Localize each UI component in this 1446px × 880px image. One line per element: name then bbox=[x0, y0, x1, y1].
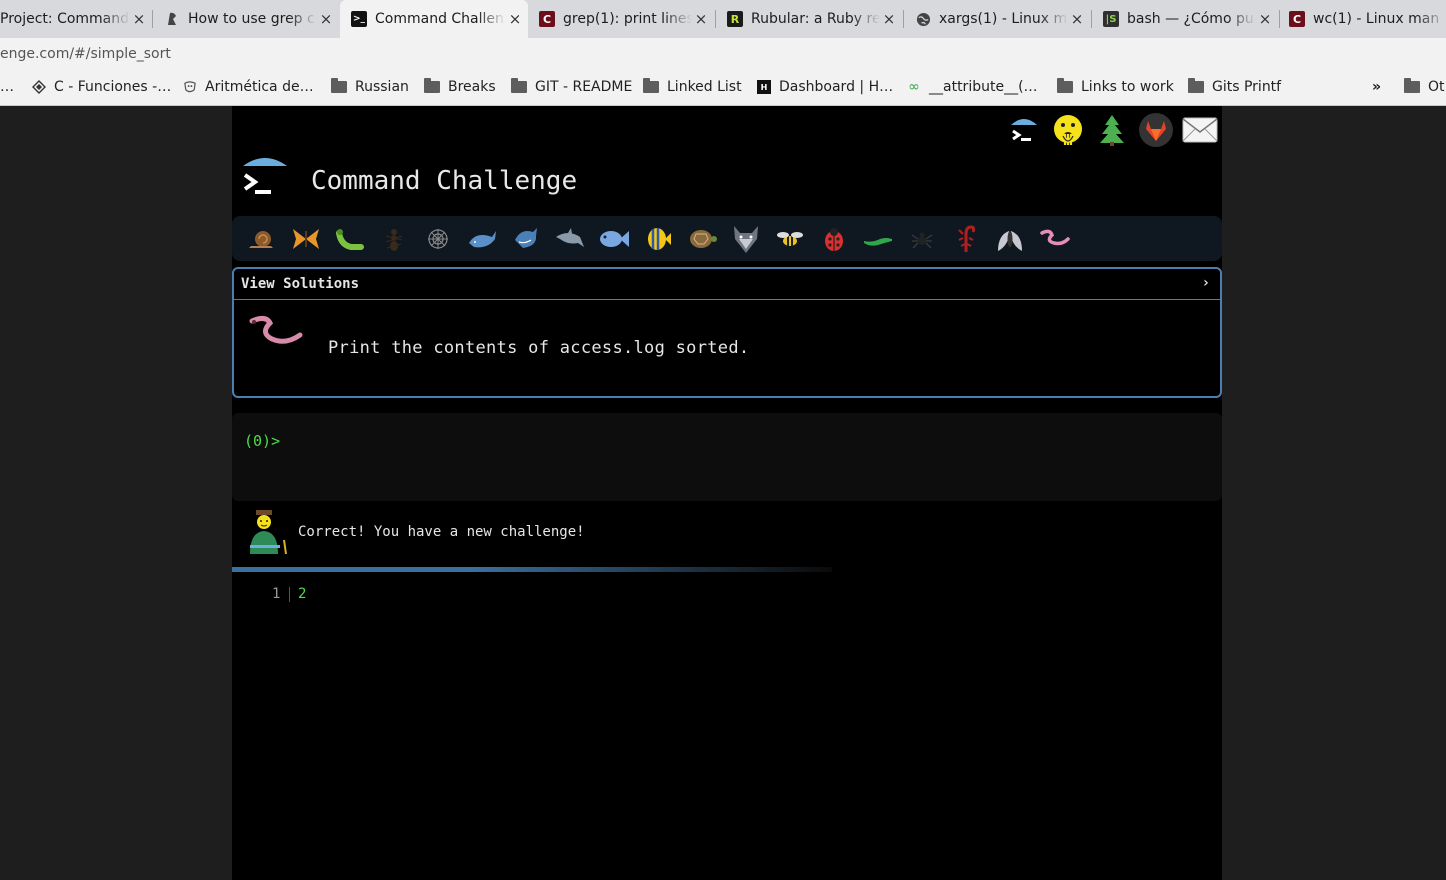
stamp-icon bbox=[183, 80, 197, 94]
folder-icon bbox=[1188, 78, 1204, 93]
tab-xargs[interactable]: xargs(1) - Linux ma × bbox=[904, 0, 1090, 38]
url-text[interactable]: enge.com/#/simple_sort bbox=[0, 46, 171, 62]
turtle-icon[interactable] bbox=[680, 219, 724, 259]
chevron-right-icon: › bbox=[1201, 275, 1210, 291]
stackexchange-icon: |S bbox=[1103, 11, 1119, 27]
bee-icon[interactable] bbox=[768, 219, 812, 259]
linuxize-icon bbox=[164, 11, 180, 27]
folder-icon bbox=[511, 78, 527, 93]
bookmark-linked-list[interactable]: Linked List bbox=[643, 78, 742, 95]
bookmark-attribute[interactable]: ∞ __attribute__(… bbox=[907, 79, 1037, 95]
dolphin-icon[interactable] bbox=[548, 219, 592, 259]
folder-icon bbox=[331, 78, 347, 93]
close-icon[interactable]: × bbox=[1256, 10, 1274, 28]
spider-icon[interactable] bbox=[900, 219, 944, 259]
bookmark-links-to-work[interactable]: Links to work bbox=[1057, 78, 1174, 95]
tab-project[interactable]: Project: Command × bbox=[0, 0, 152, 38]
bookmark-other[interactable]: Ot bbox=[1404, 78, 1445, 95]
tab-bar: Project: Command × How to use grep c × >… bbox=[0, 0, 1446, 38]
tab-wc-man[interactable]: C wc(1) - Linux man bbox=[1280, 0, 1446, 38]
tropical-fish-icon[interactable] bbox=[636, 219, 680, 259]
caterpillar-icon[interactable] bbox=[328, 219, 372, 259]
challenge-panel: View Solutions › Print the contents of a… bbox=[232, 267, 1222, 398]
hn-icon: H bbox=[757, 80, 771, 94]
ladybug-icon[interactable] bbox=[812, 219, 856, 259]
close-icon[interactable]: × bbox=[130, 10, 148, 28]
fly-icon[interactable] bbox=[988, 219, 1032, 259]
rubular-icon: R bbox=[727, 11, 743, 27]
tab-bash[interactable]: |S bash — ¿Cómo pu × bbox=[1092, 0, 1278, 38]
bookmark-russian[interactable]: Russian bbox=[331, 78, 409, 95]
page-title: Command Challenge bbox=[311, 166, 578, 196]
top-links bbox=[1002, 110, 1222, 150]
bookmark-breaks[interactable]: Breaks bbox=[424, 78, 496, 95]
view-solutions-toggle[interactable]: View Solutions › bbox=[234, 269, 1220, 300]
address-bar[interactable]: enge.com/#/simple_sort bbox=[0, 38, 1446, 72]
infinity-icon: ∞ bbox=[908, 79, 920, 95]
die-icon: C bbox=[539, 11, 555, 27]
status-message: Correct! You have a new challenge! bbox=[298, 524, 585, 540]
close-icon[interactable]: × bbox=[1068, 10, 1086, 28]
folder-icon bbox=[643, 78, 659, 93]
close-icon[interactable]: × bbox=[692, 10, 710, 28]
output-gutter bbox=[289, 587, 290, 602]
tab-grep-man[interactable]: C grep(1): print lines × bbox=[528, 0, 714, 38]
web-icon[interactable] bbox=[416, 219, 460, 259]
output-line-number: 1 bbox=[272, 586, 281, 602]
tab-rubular[interactable]: R Rubular: a Ruby re × bbox=[716, 0, 902, 38]
tab-grep-howto[interactable]: How to use grep c × bbox=[153, 0, 339, 38]
diamond-icon bbox=[32, 80, 46, 94]
close-icon[interactable]: × bbox=[317, 10, 335, 28]
terminal-umbrella-icon[interactable] bbox=[1002, 110, 1046, 150]
close-icon[interactable]: × bbox=[880, 10, 898, 28]
folder-icon bbox=[424, 78, 440, 93]
mail-icon[interactable] bbox=[1178, 110, 1222, 150]
command-input[interactable]: (0)> bbox=[232, 413, 1222, 501]
worm-icon bbox=[246, 315, 306, 364]
shark-icon[interactable] bbox=[504, 219, 548, 259]
globe-icon bbox=[915, 11, 931, 27]
command-challenge-page: Command Challenge View Solutions › Print… bbox=[232, 106, 1222, 880]
folder-icon bbox=[1057, 78, 1073, 93]
die-icon: C bbox=[1289, 11, 1305, 27]
wolf-icon[interactable] bbox=[724, 219, 768, 259]
ant-icon[interactable] bbox=[372, 219, 416, 259]
whale-icon[interactable] bbox=[460, 219, 504, 259]
person-icon bbox=[246, 510, 292, 556]
gitlab-icon[interactable] bbox=[1134, 110, 1178, 150]
bookmark-git-readme[interactable]: GIT - README bbox=[511, 78, 632, 95]
bookmark-truncated[interactable]: … bbox=[0, 79, 14, 95]
fish-icon[interactable] bbox=[592, 219, 636, 259]
close-icon[interactable]: × bbox=[506, 10, 524, 28]
scorpion-icon[interactable] bbox=[944, 219, 988, 259]
hushed-face-icon[interactable] bbox=[1046, 110, 1090, 150]
snail-icon[interactable] bbox=[240, 219, 284, 259]
folder-icon bbox=[1404, 78, 1420, 93]
shell-prompt: (0)> bbox=[244, 432, 281, 450]
bookmark-c-funciones[interactable]: C - Funciones -… bbox=[32, 79, 171, 95]
bookmarks-bar: … C - Funciones -… Aritmética de… Russia… bbox=[0, 72, 1446, 106]
bookmark-aritmetica[interactable]: Aritmética de… bbox=[183, 79, 314, 95]
bookmark-dashboard[interactable]: H Dashboard | H… bbox=[757, 79, 893, 95]
lizard-icon[interactable] bbox=[856, 219, 900, 259]
logo-icon bbox=[240, 156, 290, 202]
output-value: 2 bbox=[298, 586, 307, 602]
tree-icon[interactable] bbox=[1090, 110, 1134, 150]
challenge-description: Print the contents of access.log sorted. bbox=[328, 338, 750, 358]
challenge-nav bbox=[232, 216, 1222, 261]
terminal-icon: >_ bbox=[351, 11, 367, 27]
worm-icon[interactable] bbox=[1032, 219, 1076, 259]
bookmark-gits-printf[interactable]: Gits Printf bbox=[1188, 78, 1281, 95]
bookmarks-overflow-button[interactable]: » bbox=[1372, 79, 1381, 95]
output-divider bbox=[232, 567, 832, 572]
tab-command-challenge[interactable]: >_ Command Challen × bbox=[340, 0, 528, 38]
butterfly-icon[interactable] bbox=[284, 219, 328, 259]
